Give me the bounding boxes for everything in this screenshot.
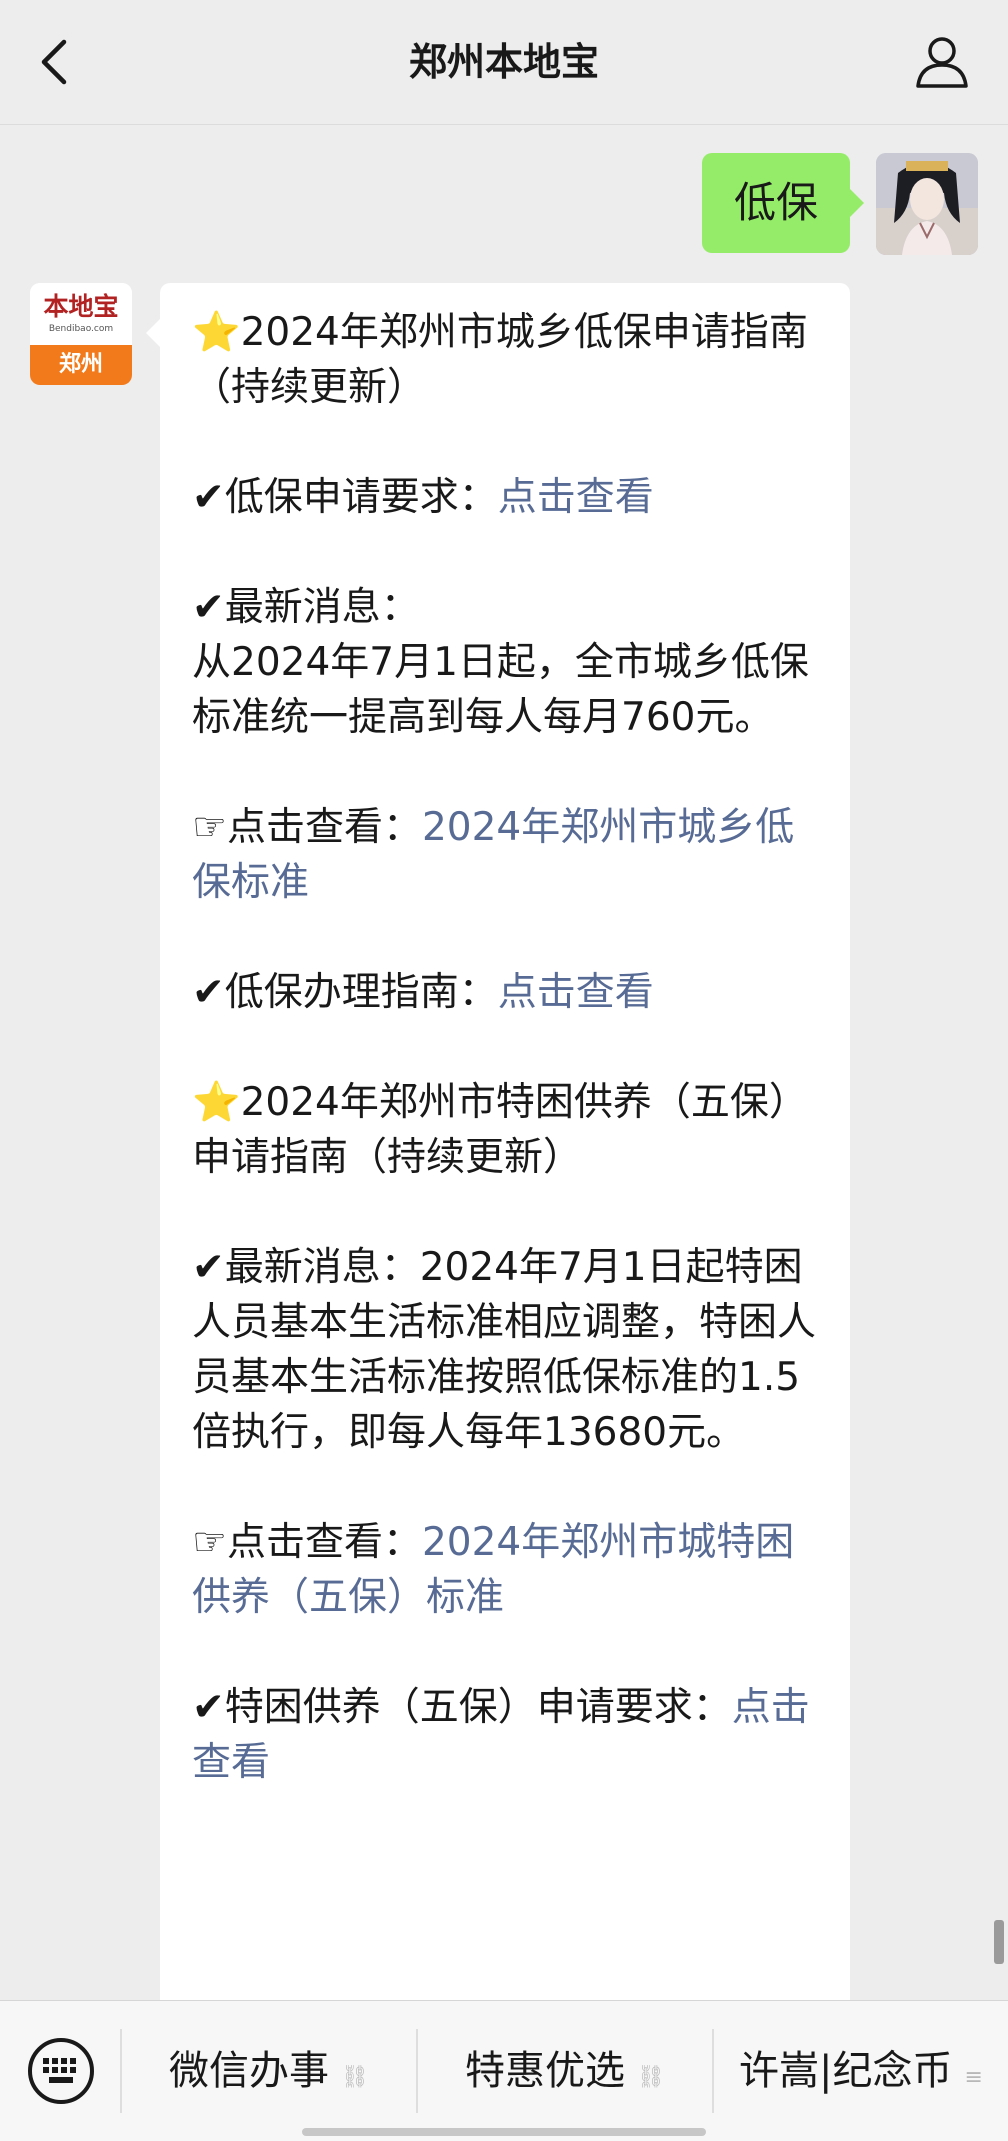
check-icon: ✔ (192, 1245, 225, 1290)
scrollbar-thumb[interactable] (994, 1920, 1004, 1964)
menu-item-wechat-services[interactable]: 微信办事 ⛓ (124, 2033, 414, 2109)
bot-message-content: ⭐2024年郑州市城乡低保申请指南（持续更新） ✔低保申请要求：点击查看 ✔最新… (192, 305, 820, 1790)
section-handling-guide: ✔低保办理指南：点击查看 (192, 970, 654, 1015)
menu-divider (416, 2029, 418, 2113)
home-indicator[interactable] (302, 2128, 706, 2136)
section-latest-news: ✔最新消息： (192, 585, 420, 630)
account-avatar[interactable]: 本地宝 Bendibao.com 郑州 (30, 283, 132, 385)
link-icon: ⛓ (637, 2065, 665, 2090)
page-title: 郑州本地宝 (408, 40, 599, 84)
section-apply-requirements: ✔低保申请要求：点击查看 (192, 475, 654, 520)
section-special-support-title: ⭐2024年郑州市特困供养（五保）申请指南（持续更新） (192, 1080, 808, 1180)
chat-area[interactable]: 低保 本地宝 Bendibao.com 郑州 ⭐2024年郑州市城乡低保申请指南… (0, 125, 1008, 2000)
bottom-menu: 微信办事 ⛓ 特惠优选 ⛓ 许嵩|纪念币 ≡ (0, 2000, 1008, 2141)
pointing-hand-icon: ☞ (192, 805, 227, 850)
menu-item-special-offers[interactable]: 特惠优选 ⛓ (420, 2033, 710, 2109)
star-icon: ⭐ (192, 310, 241, 355)
check-icon: ✔ (192, 585, 225, 630)
section-low-guarantee-title: ⭐2024年郑州市城乡低保申请指南（持续更新） (192, 310, 808, 410)
avatar-url-text: Bendibao.com (48, 324, 114, 334)
section-special-requirements: ✔特困供养（五保）申请要求：点击查看 (192, 1685, 810, 1785)
link-icon: ⛓ (341, 2065, 369, 2090)
menu-divider (712, 2029, 714, 2113)
bot-message-bubble: ⭐2024年郑州市城乡低保申请指南（持续更新） ✔低保申请要求：点击查看 ✔最新… (146, 283, 850, 2000)
avatar-illustration (876, 153, 978, 255)
pointing-hand-icon: ☞ (192, 1520, 227, 1565)
check-icon: ✔ (192, 1685, 225, 1730)
person-icon[interactable] (912, 32, 972, 92)
check-icon: ✔ (192, 970, 225, 1015)
apply-requirements-link[interactable]: 点击查看 (498, 475, 654, 520)
star-icon: ⭐ (192, 1080, 241, 1125)
my-avatar[interactable] (876, 153, 978, 255)
avatar-brand-text: 本地宝 (43, 292, 119, 321)
avatar-top: 本地宝 Bendibao.com (30, 283, 132, 345)
avatar-city-text: 郑州 (30, 345, 132, 385)
menu-item-label: 微信办事 (169, 2048, 330, 2094)
handling-guide-link[interactable]: 点击查看 (498, 970, 654, 1015)
menu-lines-icon: ≡ (964, 2065, 983, 2090)
section-standard-link: ☞点击查看：2024年郑州市城乡低保标准 (192, 805, 795, 905)
top-bar: 郑州本地宝 (0, 0, 1008, 125)
menu-divider (120, 2029, 122, 2113)
section-special-standard-link: ☞点击查看：2024年郑州市城特困供养（五保）标准 (192, 1520, 795, 1620)
keyboard-icon[interactable] (26, 2036, 96, 2106)
menu-item-label: 许嵩|纪念币 (739, 2048, 953, 2094)
menu-item-xusong-coins[interactable]: 许嵩|纪念币 ≡ (716, 2033, 1006, 2109)
section-special-support-news: ✔最新消息：2024年7月1日起特困人员基本生活标准相应调整，特困人员基本生活标… (192, 1245, 817, 1455)
latest-news-text: 从2024年7月1日起，全市城乡低保标准统一提高到每人每月760元。 (192, 640, 809, 740)
my-message-bubble[interactable]: 低保 (701, 153, 865, 253)
menu-item-label: 特惠优选 (465, 2048, 626, 2094)
check-icon: ✔ (192, 475, 225, 520)
